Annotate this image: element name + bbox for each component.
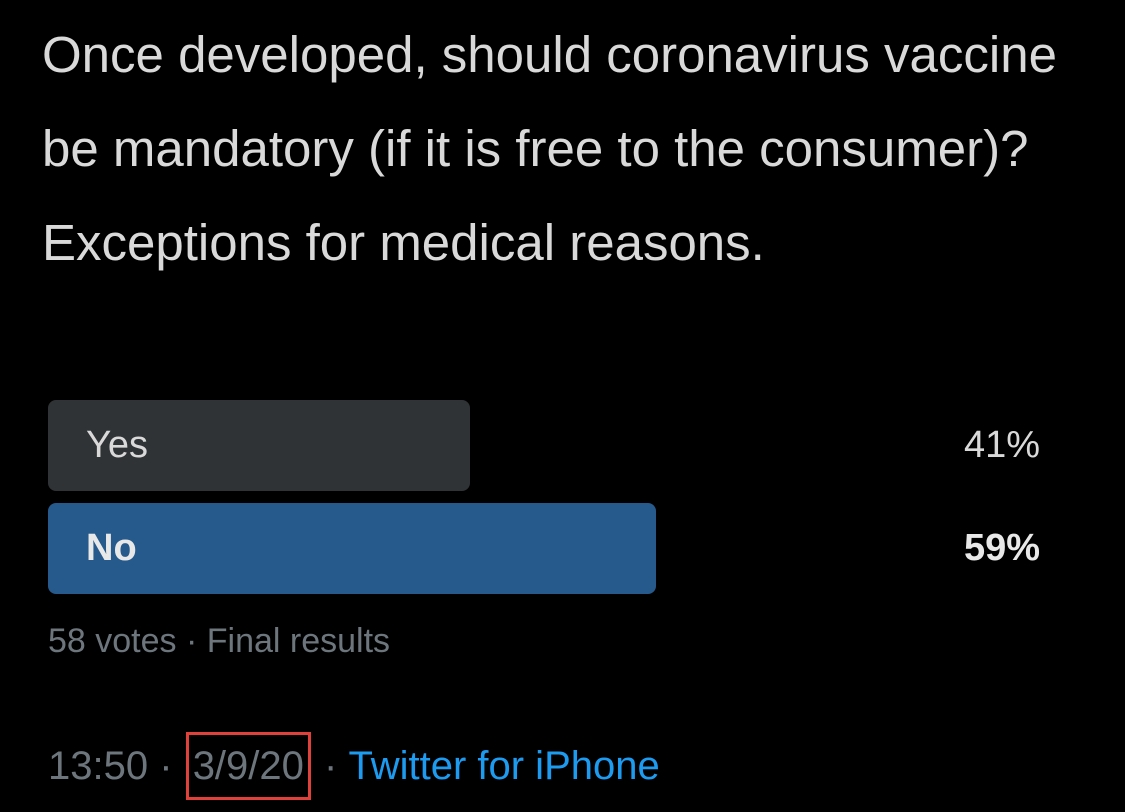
separator: · xyxy=(324,744,338,788)
poll-meta: 58 votes · Final results xyxy=(48,615,390,667)
tweet-footer: 13:50 · 3/9/20 · Twitter for iPhone xyxy=(48,732,660,806)
poll-option-label: No xyxy=(86,527,137,569)
poll: Yes 41% No 59% xyxy=(48,400,1048,606)
poll-status: Final results xyxy=(206,622,391,660)
poll-option-no: No 59% xyxy=(48,503,1048,594)
poll-option-percent: 41% xyxy=(963,424,1040,466)
separator: · xyxy=(159,744,173,788)
poll-option-label: Yes xyxy=(86,424,148,466)
poll-option-yes: Yes 41% xyxy=(48,400,1048,491)
poll-option-percent: 59% xyxy=(963,527,1040,569)
source-link[interactable]: Twitter for iPhone xyxy=(348,738,659,794)
tweet-time[interactable]: 13:50 xyxy=(48,738,148,794)
separator: · xyxy=(185,622,198,660)
tweet-date[interactable]: 3/9/20 xyxy=(185,732,311,800)
poll-bar-no xyxy=(48,503,656,594)
tweet-text: Once developed, should coronavirus vacci… xyxy=(42,26,1057,271)
vote-count: 58 votes xyxy=(48,622,177,660)
